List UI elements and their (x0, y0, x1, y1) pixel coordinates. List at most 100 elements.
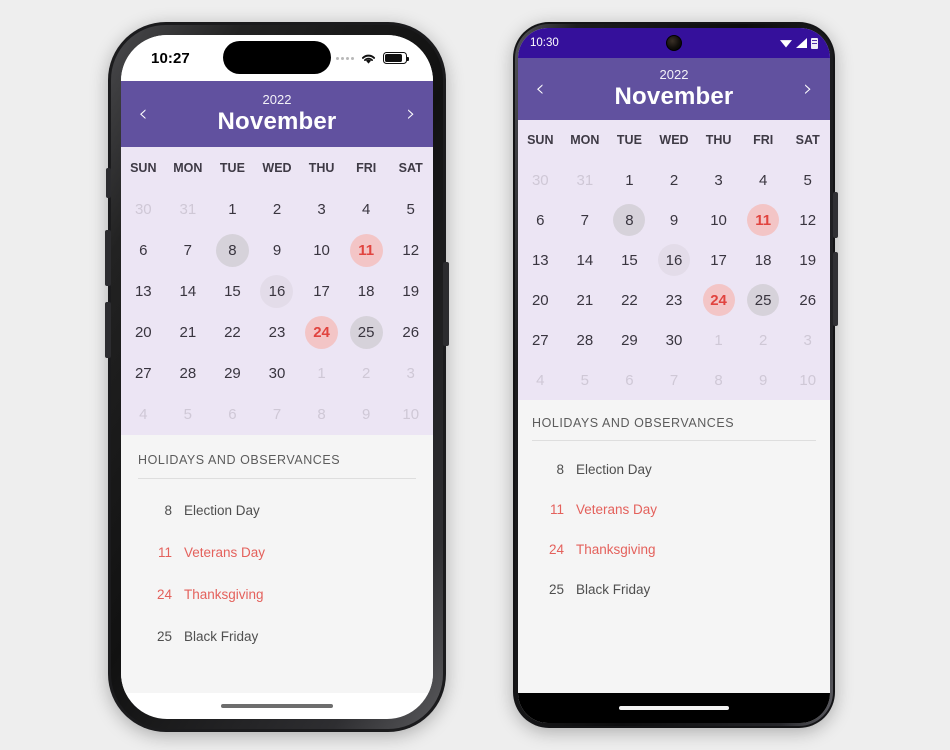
calendar-day-cell[interactable]: 7 (255, 394, 300, 435)
calendar-day-cell[interactable]: 28 (166, 353, 211, 394)
calendar-day-cell[interactable]: 22 (210, 312, 255, 353)
calendar-day-cell[interactable]: 4 (121, 394, 166, 435)
calendar-day-cell[interactable]: 24 (299, 312, 344, 353)
calendar-day-cell[interactable]: 5 (388, 189, 433, 230)
calendar-day-cell[interactable]: 10 (388, 394, 433, 435)
calendar-day-cell[interactable]: 10 (299, 230, 344, 271)
calendar-day-cell[interactable]: 14 (166, 271, 211, 312)
calendar-day-cell[interactable]: 7 (166, 230, 211, 271)
calendar-day-cell[interactable]: 8 (607, 200, 652, 240)
holiday-list-item[interactable]: 24 Thanksgiving (518, 529, 830, 569)
calendar-day-cell[interactable]: 27 (518, 320, 563, 360)
calendar-day-cell[interactable]: 2 (741, 320, 786, 360)
prev-month-button[interactable]: ‹ (518, 77, 562, 101)
calendar-day-cell[interactable]: 1 (210, 189, 255, 230)
calendar-day-cell[interactable]: 11 (741, 200, 786, 240)
holiday-list-item[interactable]: 25 Black Friday (518, 569, 830, 609)
calendar-day-cell[interactable]: 6 (210, 394, 255, 435)
calendar-day-cell[interactable]: 4 (741, 160, 786, 200)
calendar-day-cell[interactable]: 20 (518, 280, 563, 320)
android-volume-button[interactable] (833, 252, 838, 326)
home-indicator[interactable] (221, 704, 333, 708)
calendar-day-cell[interactable]: 12 (785, 200, 830, 240)
calendar-day-cell[interactable]: 5 (785, 160, 830, 200)
calendar-day-cell[interactable]: 10 (785, 360, 830, 400)
calendar-day-cell[interactable]: 1 (696, 320, 741, 360)
holiday-list-item[interactable]: 24 Thanksgiving (121, 573, 433, 615)
calendar-day-cell[interactable]: 23 (255, 312, 300, 353)
iphone-volume-down-button[interactable] (105, 302, 111, 358)
calendar-day-cell[interactable]: 1 (607, 160, 652, 200)
calendar-day-cell[interactable]: 16 (255, 271, 300, 312)
calendar-day-cell[interactable]: 15 (607, 240, 652, 280)
calendar-day-cell[interactable]: 11 (344, 230, 389, 271)
calendar-day-cell[interactable]: 2 (344, 353, 389, 394)
calendar-day-cell[interactable]: 25 (344, 312, 389, 353)
iphone-volume-up-button[interactable] (105, 230, 111, 286)
calendar-day-cell[interactable]: 20 (121, 312, 166, 353)
calendar-day-cell[interactable]: 4 (344, 189, 389, 230)
calendar-day-cell[interactable]: 17 (696, 240, 741, 280)
calendar-day-cell[interactable]: 6 (121, 230, 166, 271)
calendar-day-cell[interactable]: 30 (255, 353, 300, 394)
calendar-day-cell[interactable]: 8 (299, 394, 344, 435)
android-power-button[interactable] (833, 192, 838, 238)
calendar-day-cell[interactable]: 4 (518, 360, 563, 400)
home-indicator[interactable] (619, 706, 729, 710)
calendar-day-cell[interactable]: 30 (652, 320, 697, 360)
calendar-day-cell[interactable]: 13 (518, 240, 563, 280)
holiday-list-item[interactable]: 11 Veterans Day (518, 489, 830, 529)
calendar-day-cell[interactable]: 26 (785, 280, 830, 320)
calendar-day-cell[interactable]: 17 (299, 271, 344, 312)
calendar-day-cell[interactable]: 19 (785, 240, 830, 280)
calendar-day-cell[interactable]: 9 (344, 394, 389, 435)
calendar-day-cell[interactable]: 5 (563, 360, 608, 400)
holiday-list-item[interactable]: 8 Election Day (121, 489, 433, 531)
calendar-day-cell[interactable]: 18 (344, 271, 389, 312)
calendar-day-cell[interactable]: 14 (563, 240, 608, 280)
calendar-day-cell[interactable]: 8 (696, 360, 741, 400)
calendar-day-cell[interactable]: 31 (563, 160, 608, 200)
calendar-day-cell[interactable]: 8 (210, 230, 255, 271)
calendar-day-cell[interactable]: 7 (652, 360, 697, 400)
calendar-day-cell[interactable]: 30 (121, 189, 166, 230)
calendar-day-cell[interactable]: 9 (652, 200, 697, 240)
holiday-list-item[interactable]: 25 Black Friday (121, 615, 433, 657)
calendar-day-cell[interactable]: 2 (255, 189, 300, 230)
calendar-day-cell[interactable]: 29 (607, 320, 652, 360)
calendar-day-cell[interactable]: 6 (607, 360, 652, 400)
calendar-day-cell[interactable]: 24 (696, 280, 741, 320)
calendar-day-cell[interactable]: 29 (210, 353, 255, 394)
calendar-day-cell[interactable]: 30 (518, 160, 563, 200)
calendar-day-cell[interactable]: 28 (563, 320, 608, 360)
calendar-day-cell[interactable]: 13 (121, 271, 166, 312)
holiday-list-item[interactable]: 11 Veterans Day (121, 531, 433, 573)
calendar-day-cell[interactable]: 3 (299, 189, 344, 230)
iphone-power-button[interactable] (443, 262, 449, 346)
calendar-day-cell[interactable]: 19 (388, 271, 433, 312)
calendar-day-cell[interactable]: 9 (741, 360, 786, 400)
calendar-day-cell[interactable]: 21 (563, 280, 608, 320)
next-month-button[interactable]: › (389, 102, 433, 126)
calendar-day-cell[interactable]: 3 (388, 353, 433, 394)
calendar-day-cell[interactable]: 22 (607, 280, 652, 320)
calendar-day-cell[interactable]: 9 (255, 230, 300, 271)
iphone-silent-switch[interactable] (106, 168, 111, 198)
calendar-day-cell[interactable]: 27 (121, 353, 166, 394)
calendar-day-cell[interactable]: 3 (785, 320, 830, 360)
calendar-day-cell[interactable]: 15 (210, 271, 255, 312)
calendar-day-cell[interactable]: 31 (166, 189, 211, 230)
calendar-day-cell[interactable]: 18 (741, 240, 786, 280)
calendar-day-cell[interactable]: 2 (652, 160, 697, 200)
calendar-day-cell[interactable]: 3 (696, 160, 741, 200)
calendar-day-cell[interactable]: 16 (652, 240, 697, 280)
calendar-day-cell[interactable]: 10 (696, 200, 741, 240)
prev-month-button[interactable]: ‹ (121, 102, 165, 126)
calendar-day-cell[interactable]: 26 (388, 312, 433, 353)
calendar-day-cell[interactable]: 12 (388, 230, 433, 271)
calendar-day-cell[interactable]: 1 (299, 353, 344, 394)
next-month-button[interactable]: › (786, 77, 830, 101)
calendar-day-cell[interactable]: 6 (518, 200, 563, 240)
holiday-list-item[interactable]: 8 Election Day (518, 449, 830, 489)
calendar-day-cell[interactable]: 21 (166, 312, 211, 353)
